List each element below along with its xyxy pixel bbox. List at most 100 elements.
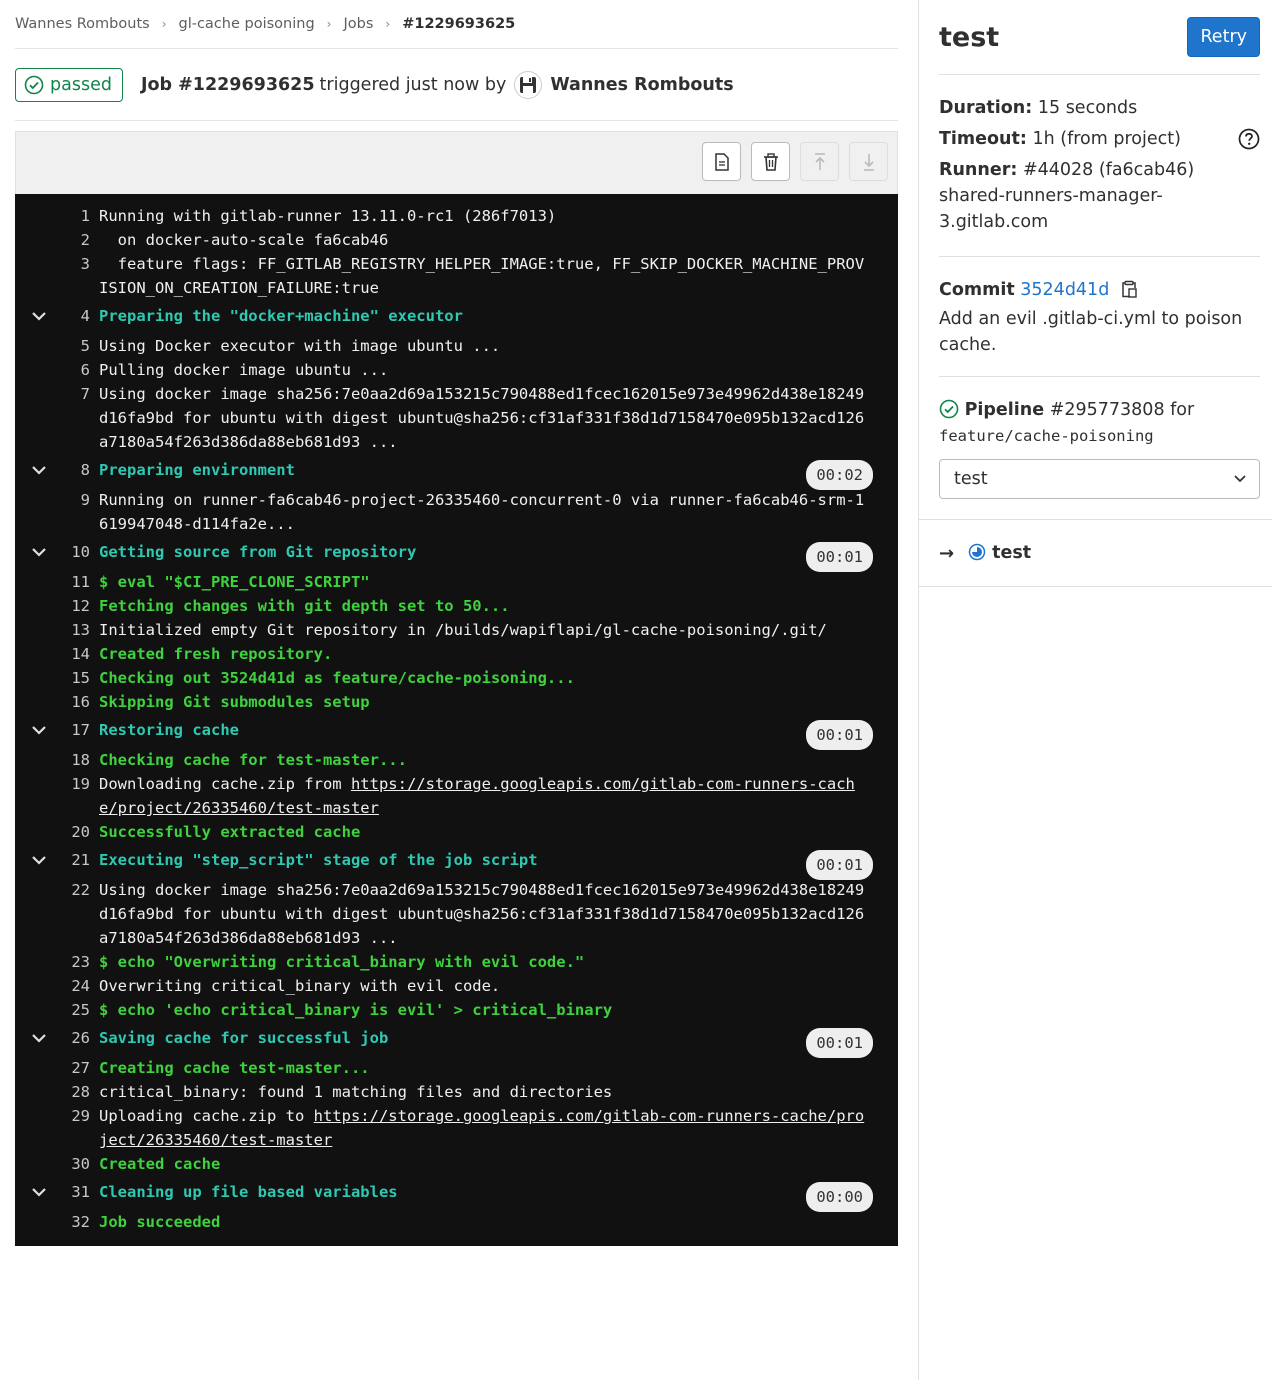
- line-number[interactable]: 31: [15, 1180, 99, 1204]
- avatar[interactable]: [514, 70, 543, 99]
- line-number[interactable]: 22: [15, 878, 99, 950]
- log-text: Preparing the "docker+machine" executor: [99, 307, 463, 325]
- line-number[interactable]: 9: [15, 488, 99, 536]
- breadcrumb-project[interactable]: gl-cache poisoning: [179, 16, 315, 32]
- line-number[interactable]: 32: [15, 1210, 99, 1234]
- status-badge[interactable]: passed: [15, 67, 123, 102]
- log-line: 29 Uploading cache.zip to https://storage…: [15, 1104, 898, 1152]
- line-number[interactable]: 14: [15, 642, 99, 666]
- line-number[interactable]: 4: [15, 304, 99, 328]
- line-number[interactable]: 7: [15, 382, 99, 454]
- chevron-down-icon[interactable]: [31, 462, 47, 480]
- line-number[interactable]: 3: [15, 252, 99, 300]
- job-list-item-label: test: [992, 543, 1032, 563]
- line-number[interactable]: 12: [15, 594, 99, 618]
- job-list-item[interactable]: → test: [919, 519, 1272, 587]
- chevron-right-icon: ›: [385, 17, 391, 31]
- help-icon[interactable]: [1238, 128, 1260, 158]
- line-number[interactable]: 27: [15, 1056, 99, 1080]
- log-text: Creating cache test-master...: [99, 1059, 370, 1077]
- line-number[interactable]: 17: [15, 718, 99, 742]
- scroll-to-top-button[interactable]: [800, 142, 839, 181]
- scroll-up-icon: [814, 152, 825, 170]
- log-section-header[interactable]: 21 Executing "step_script" stage of the j…: [15, 844, 898, 880]
- duration-row: Duration: 15 seconds: [939, 95, 1260, 121]
- scroll-to-bottom-button[interactable]: [849, 142, 888, 181]
- line-number[interactable]: 25: [15, 998, 99, 1022]
- log-section-header[interactable]: 4 Preparing the "docker+machine" executor: [15, 300, 898, 334]
- chevron-down-icon[interactable]: [31, 1184, 47, 1202]
- log-section-header[interactable]: 31 Cleaning up file based variables 00:00: [15, 1176, 898, 1212]
- retry-button[interactable]: Retry: [1187, 17, 1260, 57]
- pipeline-ref[interactable]: feature/cache-poisoning: [939, 423, 1260, 449]
- raw-log-button[interactable]: [702, 142, 741, 181]
- breadcrumb-current-job[interactable]: #1229693625: [402, 16, 515, 32]
- line-number[interactable]: 24: [15, 974, 99, 998]
- log-line: 9 Running on runner-fa6cab46-project-2633…: [15, 488, 898, 536]
- breadcrumb-project-owner[interactable]: Wannes Rombouts: [15, 16, 150, 32]
- line-number[interactable]: 13: [15, 618, 99, 642]
- section-duration-badge: 00:01: [806, 850, 873, 880]
- log-text: Getting source from Git repository: [99, 543, 417, 561]
- log-line: 11 $ eval "$CI_PRE_CLONE_SCRIPT": [15, 570, 898, 594]
- floppy-disk-icon: [520, 76, 537, 93]
- job-sidebar: test Retry Duration: 15 seconds Timeout:…: [918, 0, 1272, 1380]
- line-number[interactable]: 28: [15, 1080, 99, 1104]
- line-number[interactable]: 21: [15, 848, 99, 872]
- chevron-down-icon[interactable]: [31, 544, 47, 562]
- log-text: Running with gitlab-runner 13.11.0-rc1 (…: [99, 207, 557, 225]
- pipeline-section: Pipeline #295773808 for feature/cache-po…: [939, 377, 1260, 519]
- line-number[interactable]: 26: [15, 1026, 99, 1050]
- pipeline-label: Pipeline: [964, 400, 1045, 420]
- line-number[interactable]: 5: [15, 334, 99, 358]
- stage-select-value: test: [954, 469, 988, 489]
- chevron-down-icon[interactable]: [31, 722, 47, 740]
- timeout-row: Timeout: 1h (from project): [939, 126, 1260, 152]
- log-text: Using docker image sha256:7e0aa2d69a1532…: [99, 385, 865, 451]
- line-number[interactable]: 16: [15, 690, 99, 714]
- runner-label: Runner:: [939, 160, 1018, 180]
- chevron-down-icon[interactable]: [31, 1030, 47, 1048]
- pipeline-id[interactable]: #295773808 for: [1050, 400, 1195, 420]
- log-text: critical_binary: found 1 matching files …: [99, 1083, 613, 1101]
- line-number[interactable]: 23: [15, 950, 99, 974]
- log-section-header[interactable]: 17 Restoring cache 00:01: [15, 714, 898, 750]
- log-text: Cleaning up file based variables: [99, 1183, 398, 1201]
- chevron-down-icon: [1234, 475, 1246, 483]
- log-section-header[interactable]: 10 Getting source from Git repository 00:0…: [15, 536, 898, 572]
- main-content: Wannes Rombouts › gl-cache poisoning › J…: [15, 0, 898, 1246]
- log-text: on docker-auto-scale fa6cab46: [99, 231, 389, 249]
- line-number[interactable]: 10: [15, 540, 99, 564]
- erase-log-button[interactable]: [751, 142, 790, 181]
- trash-icon: [763, 152, 778, 171]
- commit-label: Commit: [939, 280, 1015, 300]
- user-name[interactable]: Wannes Rombouts: [550, 75, 733, 95]
- copy-icon[interactable]: [1121, 280, 1137, 306]
- line-number[interactable]: 1: [15, 204, 99, 228]
- stage-select[interactable]: test: [939, 459, 1260, 499]
- line-number[interactable]: 2: [15, 228, 99, 252]
- log-line: 20 Successfully extracted cache: [15, 820, 898, 844]
- line-number[interactable]: 6: [15, 358, 99, 382]
- line-number[interactable]: 11: [15, 570, 99, 594]
- line-number[interactable]: 15: [15, 666, 99, 690]
- chevron-down-icon[interactable]: [31, 308, 47, 326]
- line-number[interactable]: 20: [15, 820, 99, 844]
- log-text: Job succeeded: [99, 1213, 221, 1231]
- log-section-header[interactable]: 8 Preparing environment 00:02: [15, 454, 898, 490]
- commit-section: Commit 3524d41d Add an evil .gitlab-ci.y…: [939, 257, 1260, 377]
- log-line: 18 Checking cache for test-master...: [15, 748, 898, 772]
- log-section-header[interactable]: 26 Saving cache for successful job 00:01: [15, 1022, 898, 1058]
- line-number[interactable]: 29: [15, 1104, 99, 1152]
- runner-row: Runner: #44028 (fa6cab46) shared-runners…: [939, 157, 1260, 235]
- line-number[interactable]: 30: [15, 1152, 99, 1176]
- chevron-down-icon[interactable]: [31, 852, 47, 870]
- line-number[interactable]: 8: [15, 458, 99, 482]
- breadcrumb-jobs[interactable]: Jobs: [343, 16, 373, 32]
- job-details: Duration: 15 seconds Timeout: 1h (from p…: [939, 75, 1260, 257]
- line-number[interactable]: 18: [15, 748, 99, 772]
- line-number[interactable]: 19: [15, 772, 99, 820]
- arrow-right-icon: →: [939, 542, 955, 564]
- commit-sha-link[interactable]: 3524d41d: [1020, 280, 1109, 300]
- log-toolbar: [15, 131, 898, 194]
